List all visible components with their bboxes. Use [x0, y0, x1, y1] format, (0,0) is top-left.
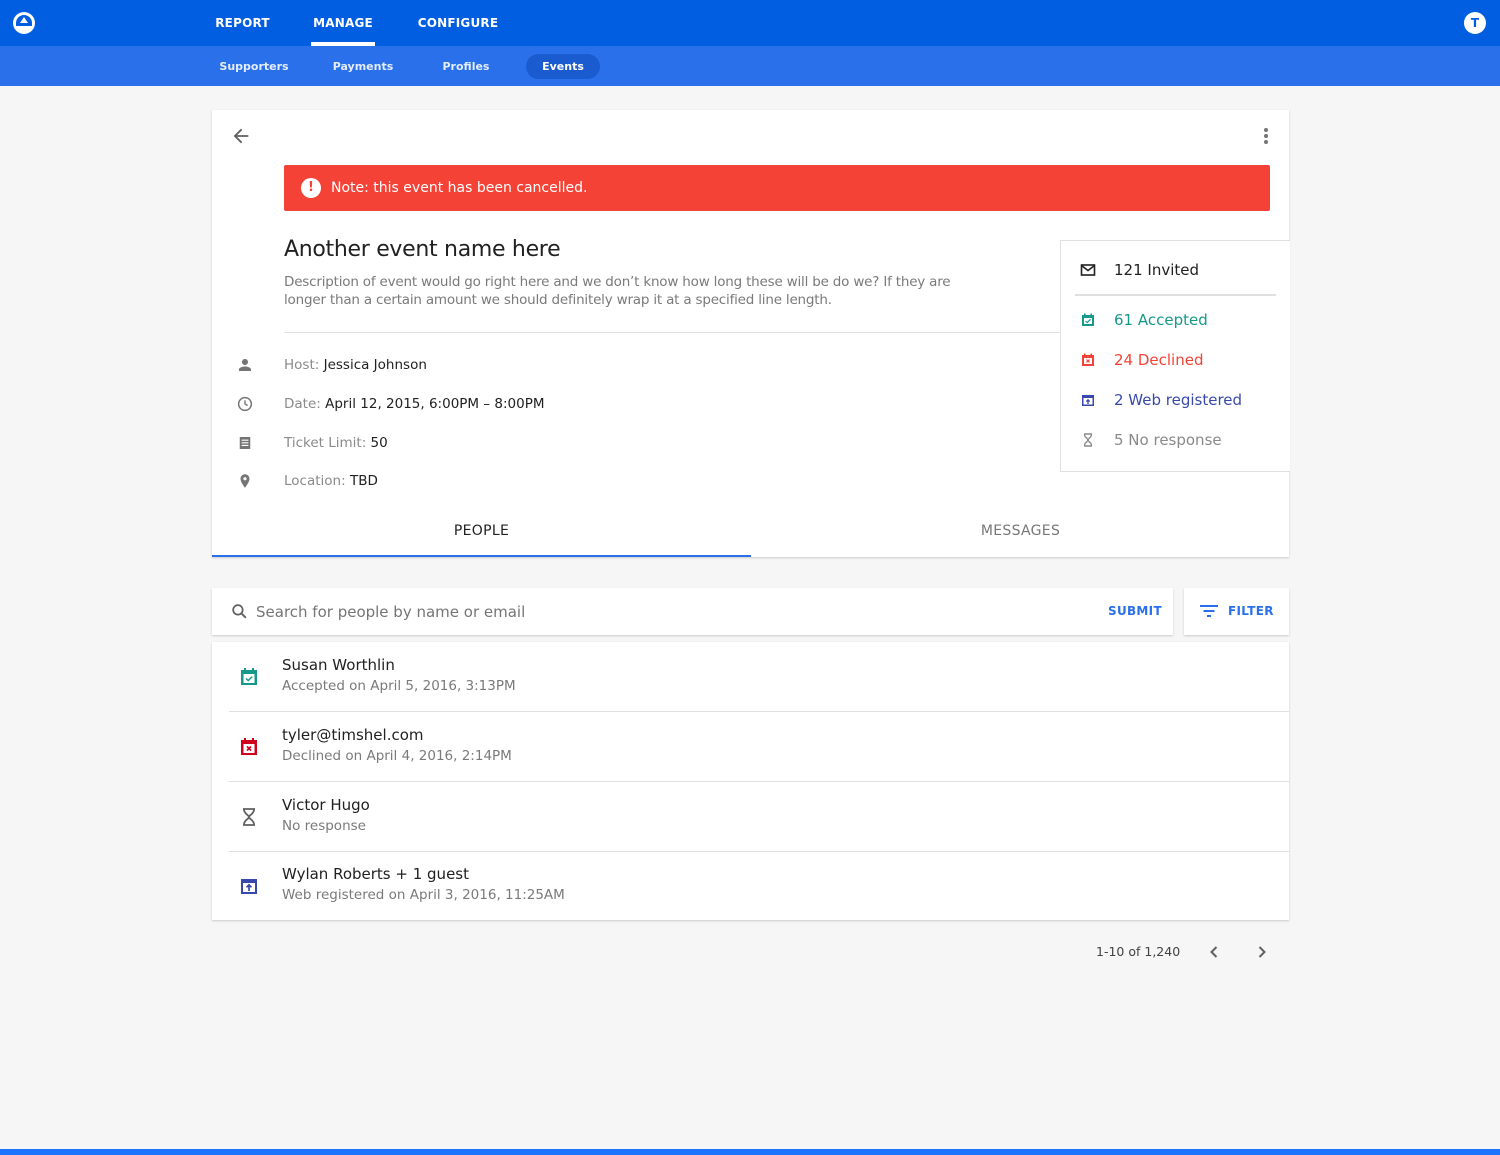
- nav-tab-configure[interactable]: CONFIGURE: [414, 0, 502, 46]
- person-status: No response: [282, 818, 366, 834]
- list-item[interactable]: Wylan Roberts + 1 guest Web registered o…: [212, 851, 1289, 921]
- subnav-profiles[interactable]: Profiles: [434, 54, 498, 79]
- more-vertical-icon: [1264, 128, 1268, 144]
- nav-tab-manage[interactable]: MANAGE: [311, 0, 375, 46]
- web-registered-icon: [1082, 395, 1094, 406]
- subnav-events[interactable]: Events: [526, 54, 600, 79]
- person-name: Victor Hugo: [282, 796, 370, 814]
- person-name: tyler@timshel.com: [282, 726, 424, 744]
- hourglass-icon: [243, 808, 255, 826]
- detail-label: Ticket Limit:: [284, 435, 367, 451]
- subnav-supporters[interactable]: Supporters: [212, 54, 296, 79]
- detail-location: Location: TBD: [212, 469, 912, 493]
- cancelled-alert: ! Note: this event has been cancelled.: [284, 165, 1270, 211]
- subnav-payments[interactable]: Payments: [324, 54, 402, 79]
- detail-value: 50: [370, 435, 388, 451]
- person-name: Wylan Roberts + 1 guest: [282, 865, 469, 883]
- alert-circle-icon: !: [301, 178, 321, 198]
- location-pin-icon: [240, 474, 250, 488]
- stat-text: 24 Declined: [1114, 351, 1204, 369]
- arrow-left-icon: [233, 128, 249, 144]
- mail-icon: [1080, 264, 1096, 276]
- detail-label: Date:: [284, 396, 321, 412]
- calendar-check-icon: [241, 668, 257, 685]
- list-item[interactable]: tyler@timshel.com Declined on April 4, 2…: [212, 712, 1289, 782]
- detail-value: April 12, 2015, 6:00PM – 8:00PM: [325, 396, 545, 412]
- people-search-bar: SUBMIT: [212, 588, 1173, 635]
- stat-declined[interactable]: 24 Declined: [1061, 345, 1290, 375]
- back-button[interactable]: [230, 125, 252, 147]
- next-page-button[interactable]: [1252, 942, 1272, 962]
- detail-date: Date: April 12, 2015, 6:00PM – 8:00PM: [212, 392, 912, 416]
- stat-text: 121 Invited: [1114, 261, 1200, 279]
- nav-tab-report[interactable]: REPORT: [211, 0, 274, 46]
- sub-nav: Supporters Payments Profiles Events: [0, 46, 1500, 86]
- person-status: Declined on April 4, 2016, 2:14PM: [282, 748, 512, 764]
- calendar-check-icon: [1082, 313, 1094, 326]
- detail-label: Location:: [284, 473, 346, 489]
- chevron-left-icon: [1210, 946, 1218, 958]
- divider: [284, 332, 1060, 333]
- filter-button[interactable]: FILTER: [1184, 588, 1289, 635]
- list-item[interactable]: Susan Worthlin Accepted on April 5, 2016…: [212, 642, 1289, 712]
- stat-invited[interactable]: 121 Invited: [1061, 255, 1290, 285]
- rsvp-stats-panel: 121 Invited 61 Accepted 24 Declined 2 We…: [1060, 240, 1290, 472]
- person-status: Web registered on April 3, 2016, 11:25AM: [282, 887, 565, 903]
- people-list: Susan Worthlin Accepted on April 5, 2016…: [212, 642, 1289, 920]
- stat-no-response[interactable]: 5 No response: [1061, 425, 1290, 455]
- triangle-logo-icon[interactable]: [13, 12, 35, 34]
- bottom-accent-bar: [0, 1149, 1500, 1155]
- event-title: Another event name here: [284, 237, 561, 262]
- hourglass-icon: [1083, 433, 1093, 447]
- previous-page-button[interactable]: [1204, 942, 1224, 962]
- list-item[interactable]: Victor Hugo No response: [212, 782, 1289, 852]
- divider: [1075, 294, 1276, 296]
- more-options-button[interactable]: [1256, 126, 1276, 148]
- event-detail-card: ! Note: this event has been cancelled. A…: [212, 110, 1290, 557]
- person-icon: [239, 359, 251, 371]
- tab-people[interactable]: PEOPLE: [212, 510, 751, 557]
- detail-ticket-limit: Ticket Limit: 50: [212, 431, 912, 455]
- detail-value: TBD: [349, 473, 378, 489]
- stat-text: 61 Accepted: [1114, 311, 1208, 329]
- detail-value: Jessica Johnson: [323, 357, 427, 373]
- pagination-range: 1-10 of 1,240: [1096, 944, 1181, 959]
- web-registered-icon: [241, 879, 257, 894]
- person-name: Susan Worthlin: [282, 656, 395, 674]
- chevron-right-icon: [1258, 946, 1266, 958]
- clock-icon: [237, 396, 253, 412]
- search-icon: [232, 604, 247, 619]
- event-description: Description of event would go right here…: [284, 274, 951, 308]
- search-input[interactable]: [256, 588, 1076, 635]
- person-status: Accepted on April 5, 2016, 3:13PM: [282, 678, 516, 694]
- user-avatar[interactable]: T: [1464, 12, 1486, 34]
- calendar-x-icon: [1082, 353, 1094, 366]
- filter-label: FILTER: [1228, 604, 1274, 618]
- stat-web-registered[interactable]: 2 Web registered: [1061, 385, 1290, 415]
- tab-messages[interactable]: MESSAGES: [751, 510, 1290, 557]
- detail-label: Host:: [284, 357, 320, 373]
- ticket-icon: [239, 437, 251, 449]
- stat-accepted[interactable]: 61 Accepted: [1061, 305, 1290, 335]
- alert-text: Note: this event has been cancelled.: [331, 180, 588, 196]
- submit-button[interactable]: SUBMIT: [1108, 588, 1162, 635]
- filter-icon: [1200, 605, 1218, 617]
- detail-host: Host: Jessica Johnson: [212, 353, 912, 377]
- top-app-bar: REPORT MANAGE CONFIGURE T: [0, 0, 1500, 46]
- stat-text: 2 Web registered: [1114, 391, 1243, 409]
- calendar-x-icon: [241, 738, 257, 755]
- stat-text: 5 No response: [1114, 431, 1222, 449]
